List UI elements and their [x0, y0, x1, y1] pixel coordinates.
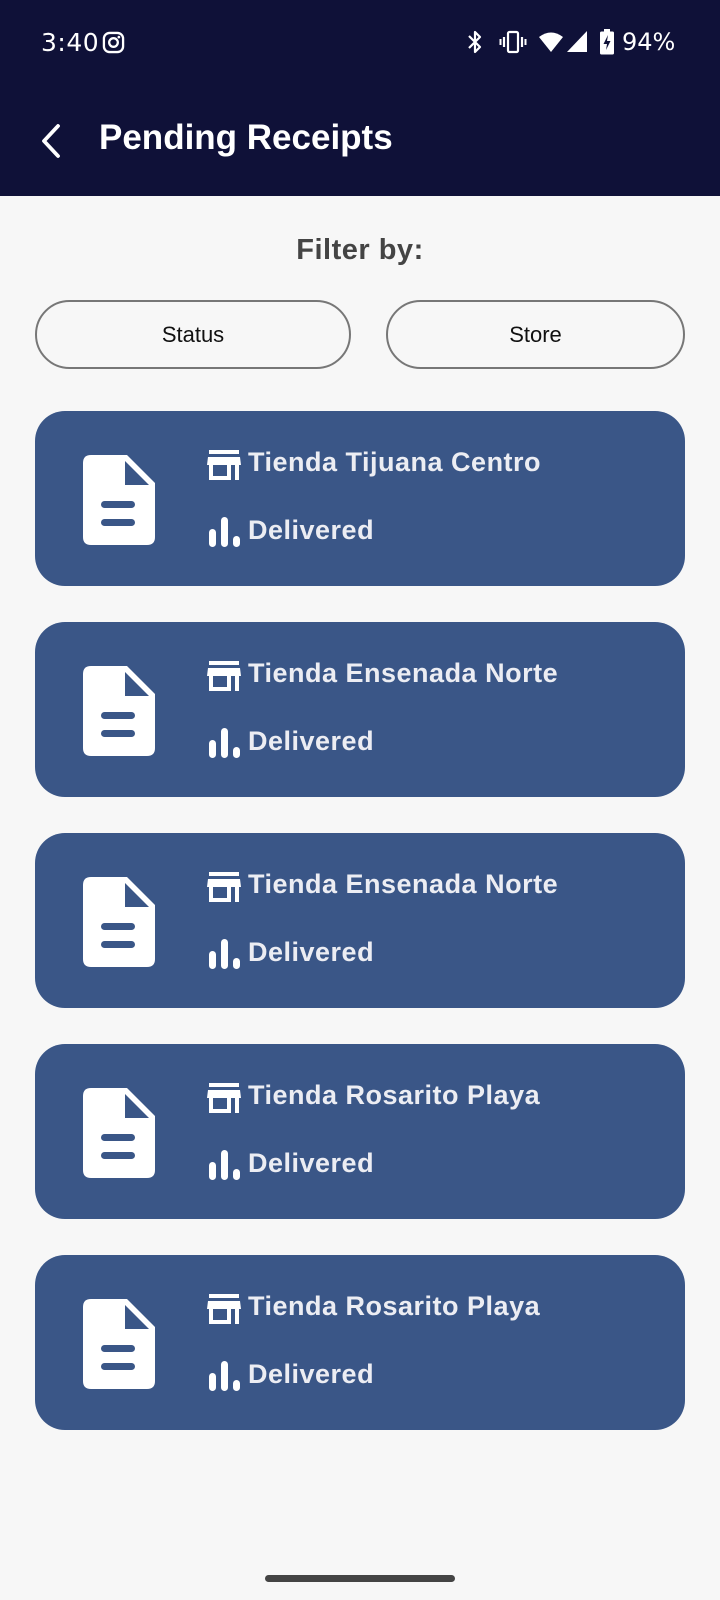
store-name: Tienda Rosarito Playa	[248, 1080, 541, 1110]
document-icon	[83, 455, 155, 545]
chevron-left-icon	[42, 124, 60, 158]
battery-percentage: 94%	[622, 28, 676, 56]
instagram-icon	[102, 31, 125, 54]
store-name: Tienda Rosarito Playa	[248, 1291, 541, 1321]
vibrate-icon	[499, 30, 527, 54]
receipt-status: Delivered	[248, 515, 375, 545]
store-name: Tienda Tijuana Centro	[248, 447, 542, 477]
store-icon	[207, 661, 241, 691]
bar-chart-icon	[209, 728, 240, 758]
bar-chart-icon	[209, 1150, 240, 1180]
bar-chart-icon	[209, 1361, 240, 1391]
store-name: Tienda Ensenada Norte	[248, 658, 559, 688]
store-name: Tienda Ensenada Norte	[248, 869, 559, 899]
receipt-status: Delivered	[248, 1359, 375, 1389]
store-filter-button[interactable]: Store	[386, 300, 685, 369]
document-icon	[83, 1299, 155, 1389]
battery-charging-icon	[600, 29, 614, 55]
store-icon	[207, 1083, 241, 1113]
wifi-icon	[539, 32, 563, 52]
receipt-status: Delivered	[248, 1148, 375, 1178]
status-bar: 3:40 94%	[0, 0, 720, 86]
receipt-list: Tienda Tijuana Centro Delivered Tienda E…	[35, 411, 685, 1466]
status-time: 3:40	[41, 28, 100, 57]
store-icon	[207, 450, 241, 480]
bar-chart-icon	[209, 939, 240, 969]
status-filter-button[interactable]: Status	[35, 300, 351, 369]
receipt-card[interactable]: Tienda Ensenada Norte Delivered	[35, 622, 685, 797]
bluetooth-icon	[468, 30, 482, 54]
receipt-card[interactable]: Tienda Rosarito Playa Delivered	[35, 1255, 685, 1430]
receipt-card[interactable]: Tienda Tijuana Centro Delivered	[35, 411, 685, 586]
receipt-card[interactable]: Tienda Ensenada Norte Delivered	[35, 833, 685, 1008]
receipt-status: Delivered	[248, 937, 375, 967]
receipt-status: Delivered	[248, 726, 375, 756]
receipt-card[interactable]: Tienda Rosarito Playa Delivered	[35, 1044, 685, 1219]
back-button[interactable]	[28, 116, 74, 166]
page-title: Pending Receipts	[99, 118, 393, 157]
app-header: 3:40 94% Pending Receipts	[0, 0, 720, 196]
bar-chart-icon	[209, 517, 240, 547]
document-icon	[83, 1088, 155, 1178]
document-icon	[83, 877, 155, 967]
store-icon	[207, 1294, 241, 1324]
filter-label: Filter by:	[296, 234, 424, 266]
home-indicator[interactable]	[265, 1575, 455, 1582]
cellular-icon	[567, 31, 587, 52]
document-icon	[83, 666, 155, 756]
store-icon	[207, 872, 241, 902]
